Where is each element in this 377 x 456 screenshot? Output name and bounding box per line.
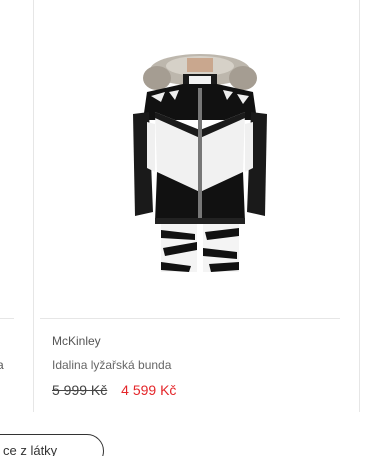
product-name[interactable]: Idalina lyžařská bunda [52, 358, 171, 372]
product-brand[interactable]: McKinley [52, 334, 101, 348]
card-separator [0, 318, 14, 319]
product-grid-page: a McKinley Idalina lyžařská bunda 5 999 … [0, 0, 377, 456]
product-image[interactable] [125, 52, 275, 272]
filter-chip[interactable]: ce z látky [0, 434, 104, 456]
card-separator [40, 318, 340, 319]
original-price: 5 999 Kč [52, 382, 108, 398]
column-divider [359, 0, 360, 412]
product-name-partial[interactable]: a [0, 358, 4, 372]
column-divider [33, 0, 34, 412]
sale-price: 4 599 Kč [121, 382, 177, 398]
price-row: 5 999 Kč 4 599 Kč [52, 382, 176, 398]
